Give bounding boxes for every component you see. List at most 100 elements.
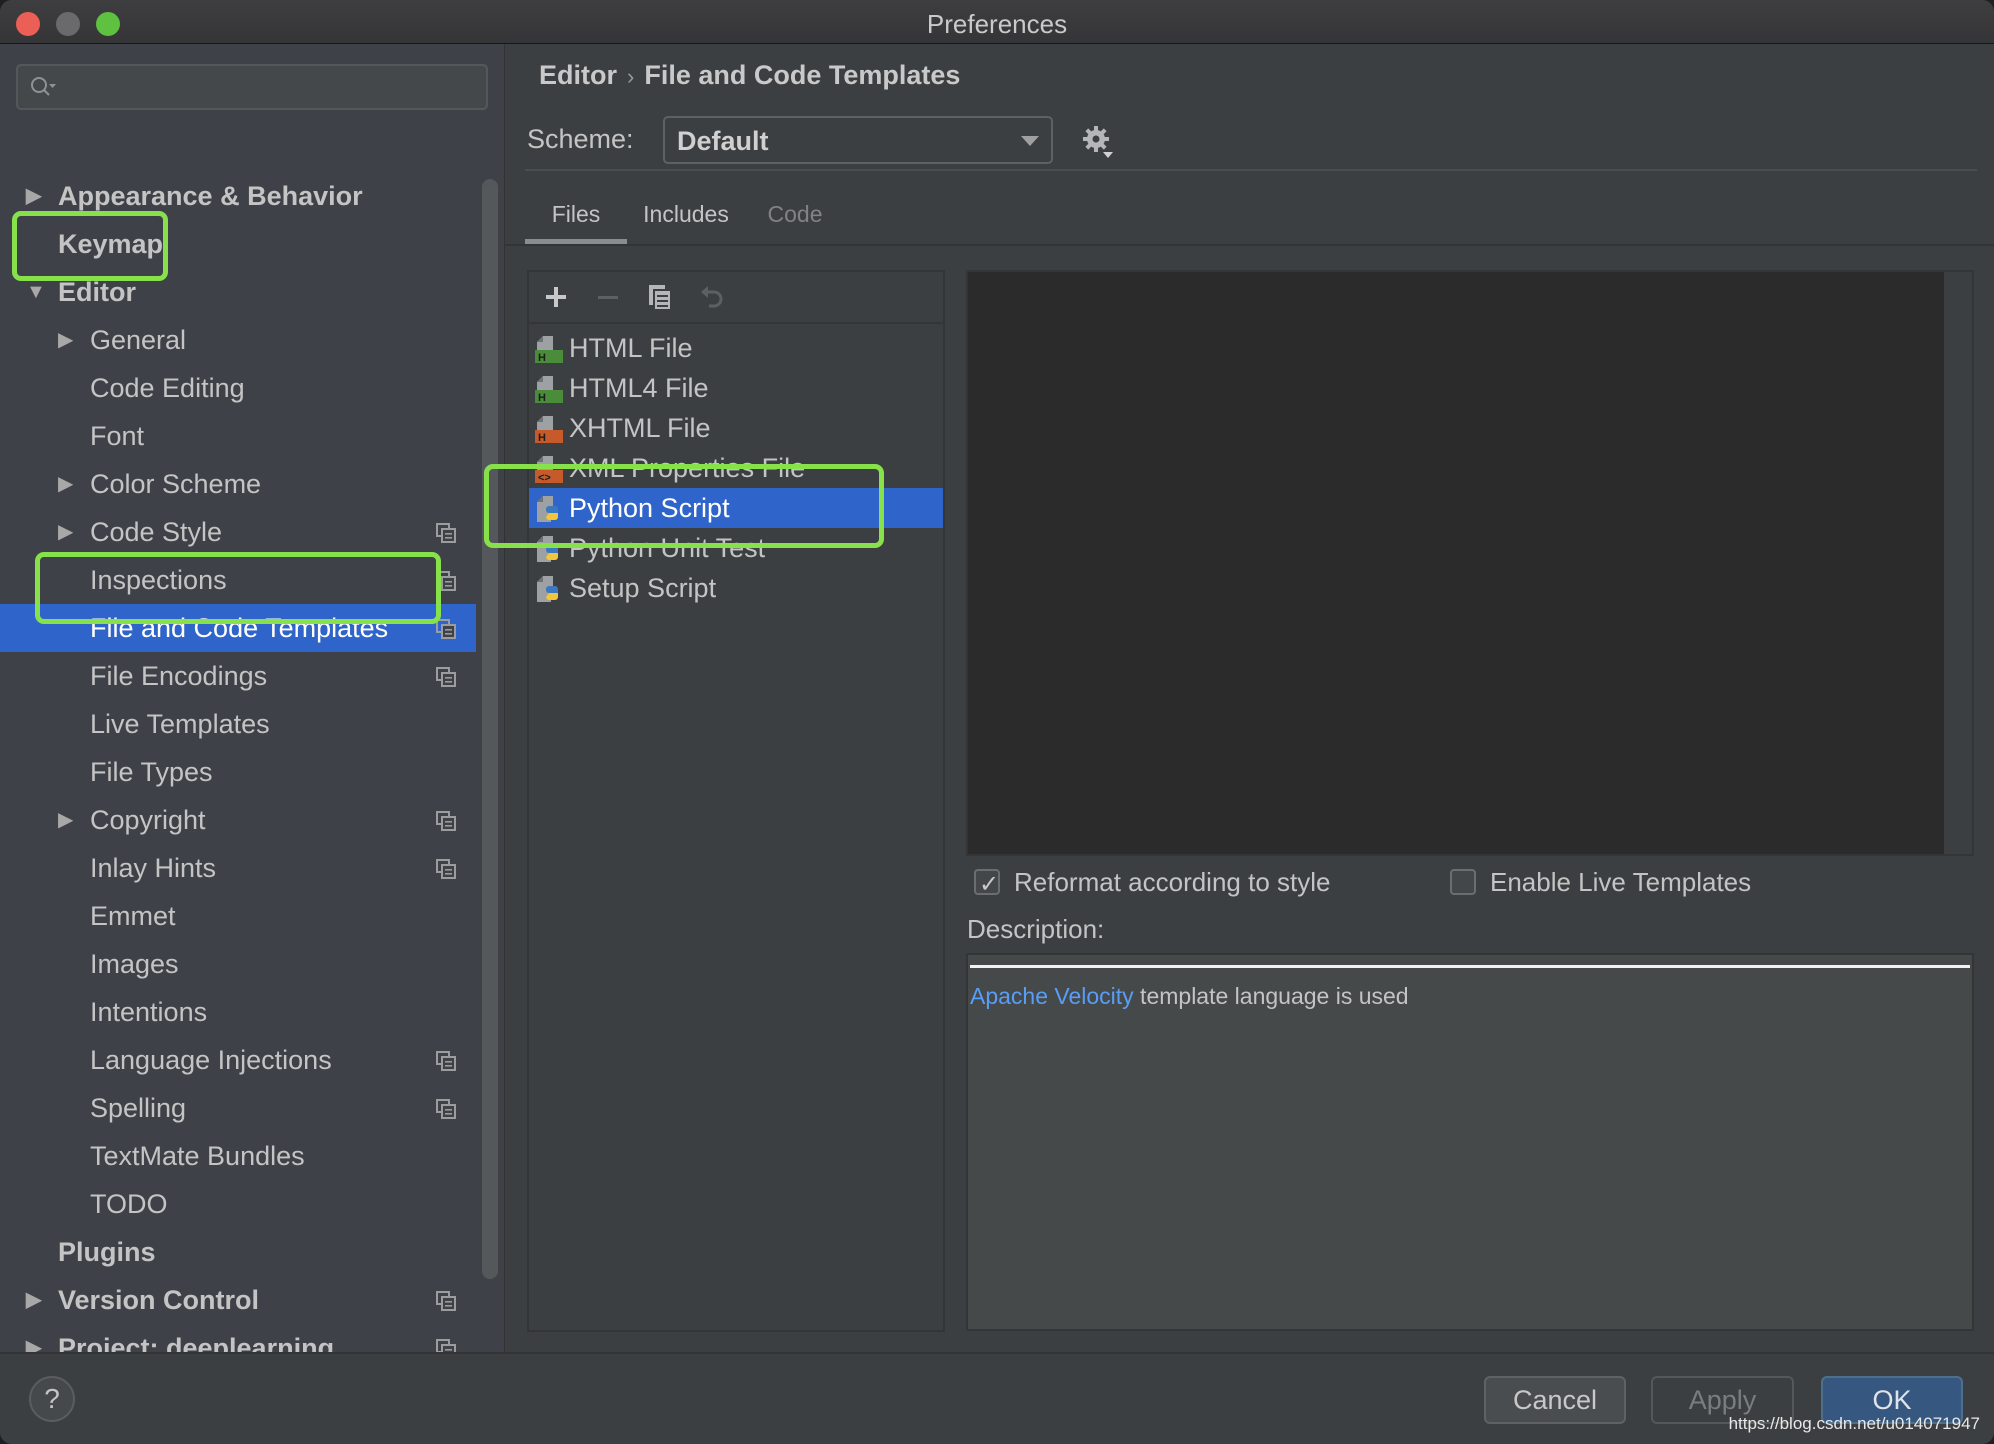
html-file-icon: H xyxy=(535,336,563,364)
remove-icon[interactable] xyxy=(593,282,623,312)
sidebar-scrollbar[interactable] xyxy=(482,179,498,1279)
sidebar-item-label: Color Scheme xyxy=(90,469,262,499)
reformat-label: Reformat according to style xyxy=(1014,867,1331,897)
project-level-icon xyxy=(436,1051,456,1071)
sidebar-item-emmet[interactable]: Emmet xyxy=(0,892,476,940)
settings-content: Editor › File and Code Templates Scheme: D… xyxy=(505,44,1994,1352)
sidebar-item-label: Version Control xyxy=(58,1285,260,1315)
sidebar-item-textmate-bundles[interactable]: TextMate Bundles xyxy=(0,1132,476,1180)
sidebar-item-copyright[interactable]: ▶ Copyright xyxy=(0,796,476,844)
template-item-label: HTML File xyxy=(569,333,693,363)
window-title: Preferences xyxy=(926,9,1068,39)
template-editor[interactable] xyxy=(966,270,1974,856)
sidebar-item-keymap[interactable]: Keymap xyxy=(0,220,476,268)
live-templates-label: Enable Live Templates xyxy=(1490,867,1752,897)
description-box: Apache Velocity template language is use… xyxy=(966,953,1974,1331)
template-item-setup-script[interactable]: Setup Script xyxy=(529,568,943,608)
expand-right-icon[interactable]: ▶ xyxy=(26,172,46,220)
project-level-icon xyxy=(436,571,456,591)
svg-text:H: H xyxy=(538,392,546,404)
divider xyxy=(525,169,1977,171)
sidebar-item-file-and-code-templates[interactable]: File and Code Templates xyxy=(0,604,476,652)
editor-scrollbar[interactable] xyxy=(1944,272,1972,854)
checkmark-icon: ✓ xyxy=(979,871,1000,898)
template-item-xml-properties-file[interactable]: <> XML Properties File xyxy=(529,448,943,488)
divider xyxy=(505,244,1994,246)
expand-right-icon[interactable]: ▶ xyxy=(26,1324,46,1352)
project-level-icon xyxy=(436,523,456,543)
sidebar-item-color-scheme[interactable]: ▶ Color Scheme xyxy=(0,460,476,508)
copy-icon[interactable] xyxy=(645,282,675,312)
python-file-icon xyxy=(537,496,558,522)
expand-right-icon[interactable]: ▶ xyxy=(26,1276,46,1324)
sidebar-item-label: Keymap xyxy=(58,229,164,259)
project-level-icon xyxy=(436,1291,456,1311)
template-item-xhtml-file[interactable]: H XHTML File xyxy=(529,408,943,448)
sidebar-item-label: File Types xyxy=(90,757,213,787)
help-button[interactable]: ? xyxy=(29,1376,75,1422)
python-file-icon xyxy=(537,536,558,562)
sidebar-item-appearance-behavior[interactable]: ▶ Appearance & Behavior xyxy=(0,172,476,220)
sidebar-item-font[interactable]: Font xyxy=(0,412,476,460)
tab-code[interactable]: Code xyxy=(745,194,845,244)
sidebar-item-file-types[interactable]: File Types xyxy=(0,748,476,796)
template-item-html4-file[interactable]: H HTML4 File xyxy=(529,368,943,408)
sidebar-item-editor[interactable]: ▼ Editor xyxy=(0,268,476,316)
sidebar-item-general[interactable]: ▶ General xyxy=(0,316,476,364)
template-item-html-file[interactable]: H HTML File xyxy=(529,328,943,368)
checkbox[interactable] xyxy=(1450,869,1476,895)
svg-text:<>: <> xyxy=(538,472,551,484)
breadcrumb-parent[interactable]: Editor xyxy=(539,60,617,90)
sidebar-item-todo[interactable]: TODO xyxy=(0,1180,476,1228)
divider xyxy=(970,965,1970,968)
watermark: https://blog.csdn.net/u014071947 xyxy=(1728,1414,1980,1433)
template-item-label: HTML4 File xyxy=(569,373,709,403)
sidebar-item-label: Project: deeplearning xyxy=(58,1333,335,1352)
sidebar-item-plugins[interactable]: Plugins xyxy=(0,1228,476,1276)
checkbox[interactable]: ✓ xyxy=(974,869,1000,898)
sidebar-item-label: Code Style xyxy=(90,517,223,547)
template-item-label: Setup Script xyxy=(569,573,717,603)
sidebar-item-label: File Encodings xyxy=(90,661,268,691)
expand-right-icon[interactable]: ▶ xyxy=(58,796,78,844)
expand-right-icon[interactable]: ▶ xyxy=(58,316,78,364)
sidebar-item-intentions[interactable]: Intentions xyxy=(0,988,476,1036)
scheme-dropdown[interactable]: Default xyxy=(663,116,1053,164)
sidebar-item-language-injections[interactable]: Language Injections xyxy=(0,1036,476,1084)
sidebar-item-code-editing[interactable]: Code Editing xyxy=(0,364,476,412)
cancel-button[interactable]: Cancel xyxy=(1484,1376,1626,1424)
breadcrumb: Editor › File and Code Templates xyxy=(539,60,960,91)
xml-file-icon: <> xyxy=(535,456,563,484)
apache-velocity-link[interactable]: Apache Velocity xyxy=(970,983,1134,1009)
add-icon[interactable] xyxy=(541,282,571,312)
settings-search-input[interactable] xyxy=(16,64,488,110)
tab-includes[interactable]: Includes xyxy=(627,194,745,244)
sidebar-item-project-deeplearning[interactable]: ▶ Project: deeplearning xyxy=(0,1324,476,1352)
sidebar-item-spelling[interactable]: Spelling xyxy=(0,1084,476,1132)
expand-down-icon[interactable]: ▼ xyxy=(26,268,46,316)
template-item-label: Python Script xyxy=(569,493,730,523)
scheme-value: Default xyxy=(677,126,769,156)
svg-text:H: H xyxy=(538,352,546,364)
project-level-icon xyxy=(436,1099,456,1119)
expand-right-icon[interactable]: ▶ xyxy=(58,508,78,556)
sidebar-item-inlay-hints[interactable]: Inlay Hints xyxy=(0,844,476,892)
template-item-label: XML Properties File xyxy=(569,453,806,483)
sidebar-item-label: TextMate Bundles xyxy=(90,1141,305,1171)
expand-right-icon[interactable]: ▶ xyxy=(58,460,78,508)
sidebar-item-inspections[interactable]: Inspections xyxy=(0,556,476,604)
sidebar-item-label: Font xyxy=(90,421,145,451)
project-level-icon xyxy=(436,811,456,831)
sidebar-item-images[interactable]: Images xyxy=(0,940,476,988)
sidebar-item-live-templates[interactable]: Live Templates xyxy=(0,700,476,748)
gear-icon[interactable] xyxy=(1081,124,1115,160)
sidebar-item-label: Language Injections xyxy=(90,1045,332,1075)
sidebar-item-code-style[interactable]: ▶ Code Style xyxy=(0,508,476,556)
sidebar-item-file-encodings[interactable]: File Encodings xyxy=(0,652,476,700)
sidebar-item-version-control[interactable]: ▶ Version Control xyxy=(0,1276,476,1324)
tab-files[interactable]: Files xyxy=(525,194,627,244)
template-item-python-script[interactable]: Python Script xyxy=(529,488,943,528)
template-item-python-unit-test[interactable]: Python Unit Test xyxy=(529,528,943,568)
sidebar-item-label: Plugins xyxy=(58,1237,156,1267)
reset-icon[interactable] xyxy=(697,282,727,312)
